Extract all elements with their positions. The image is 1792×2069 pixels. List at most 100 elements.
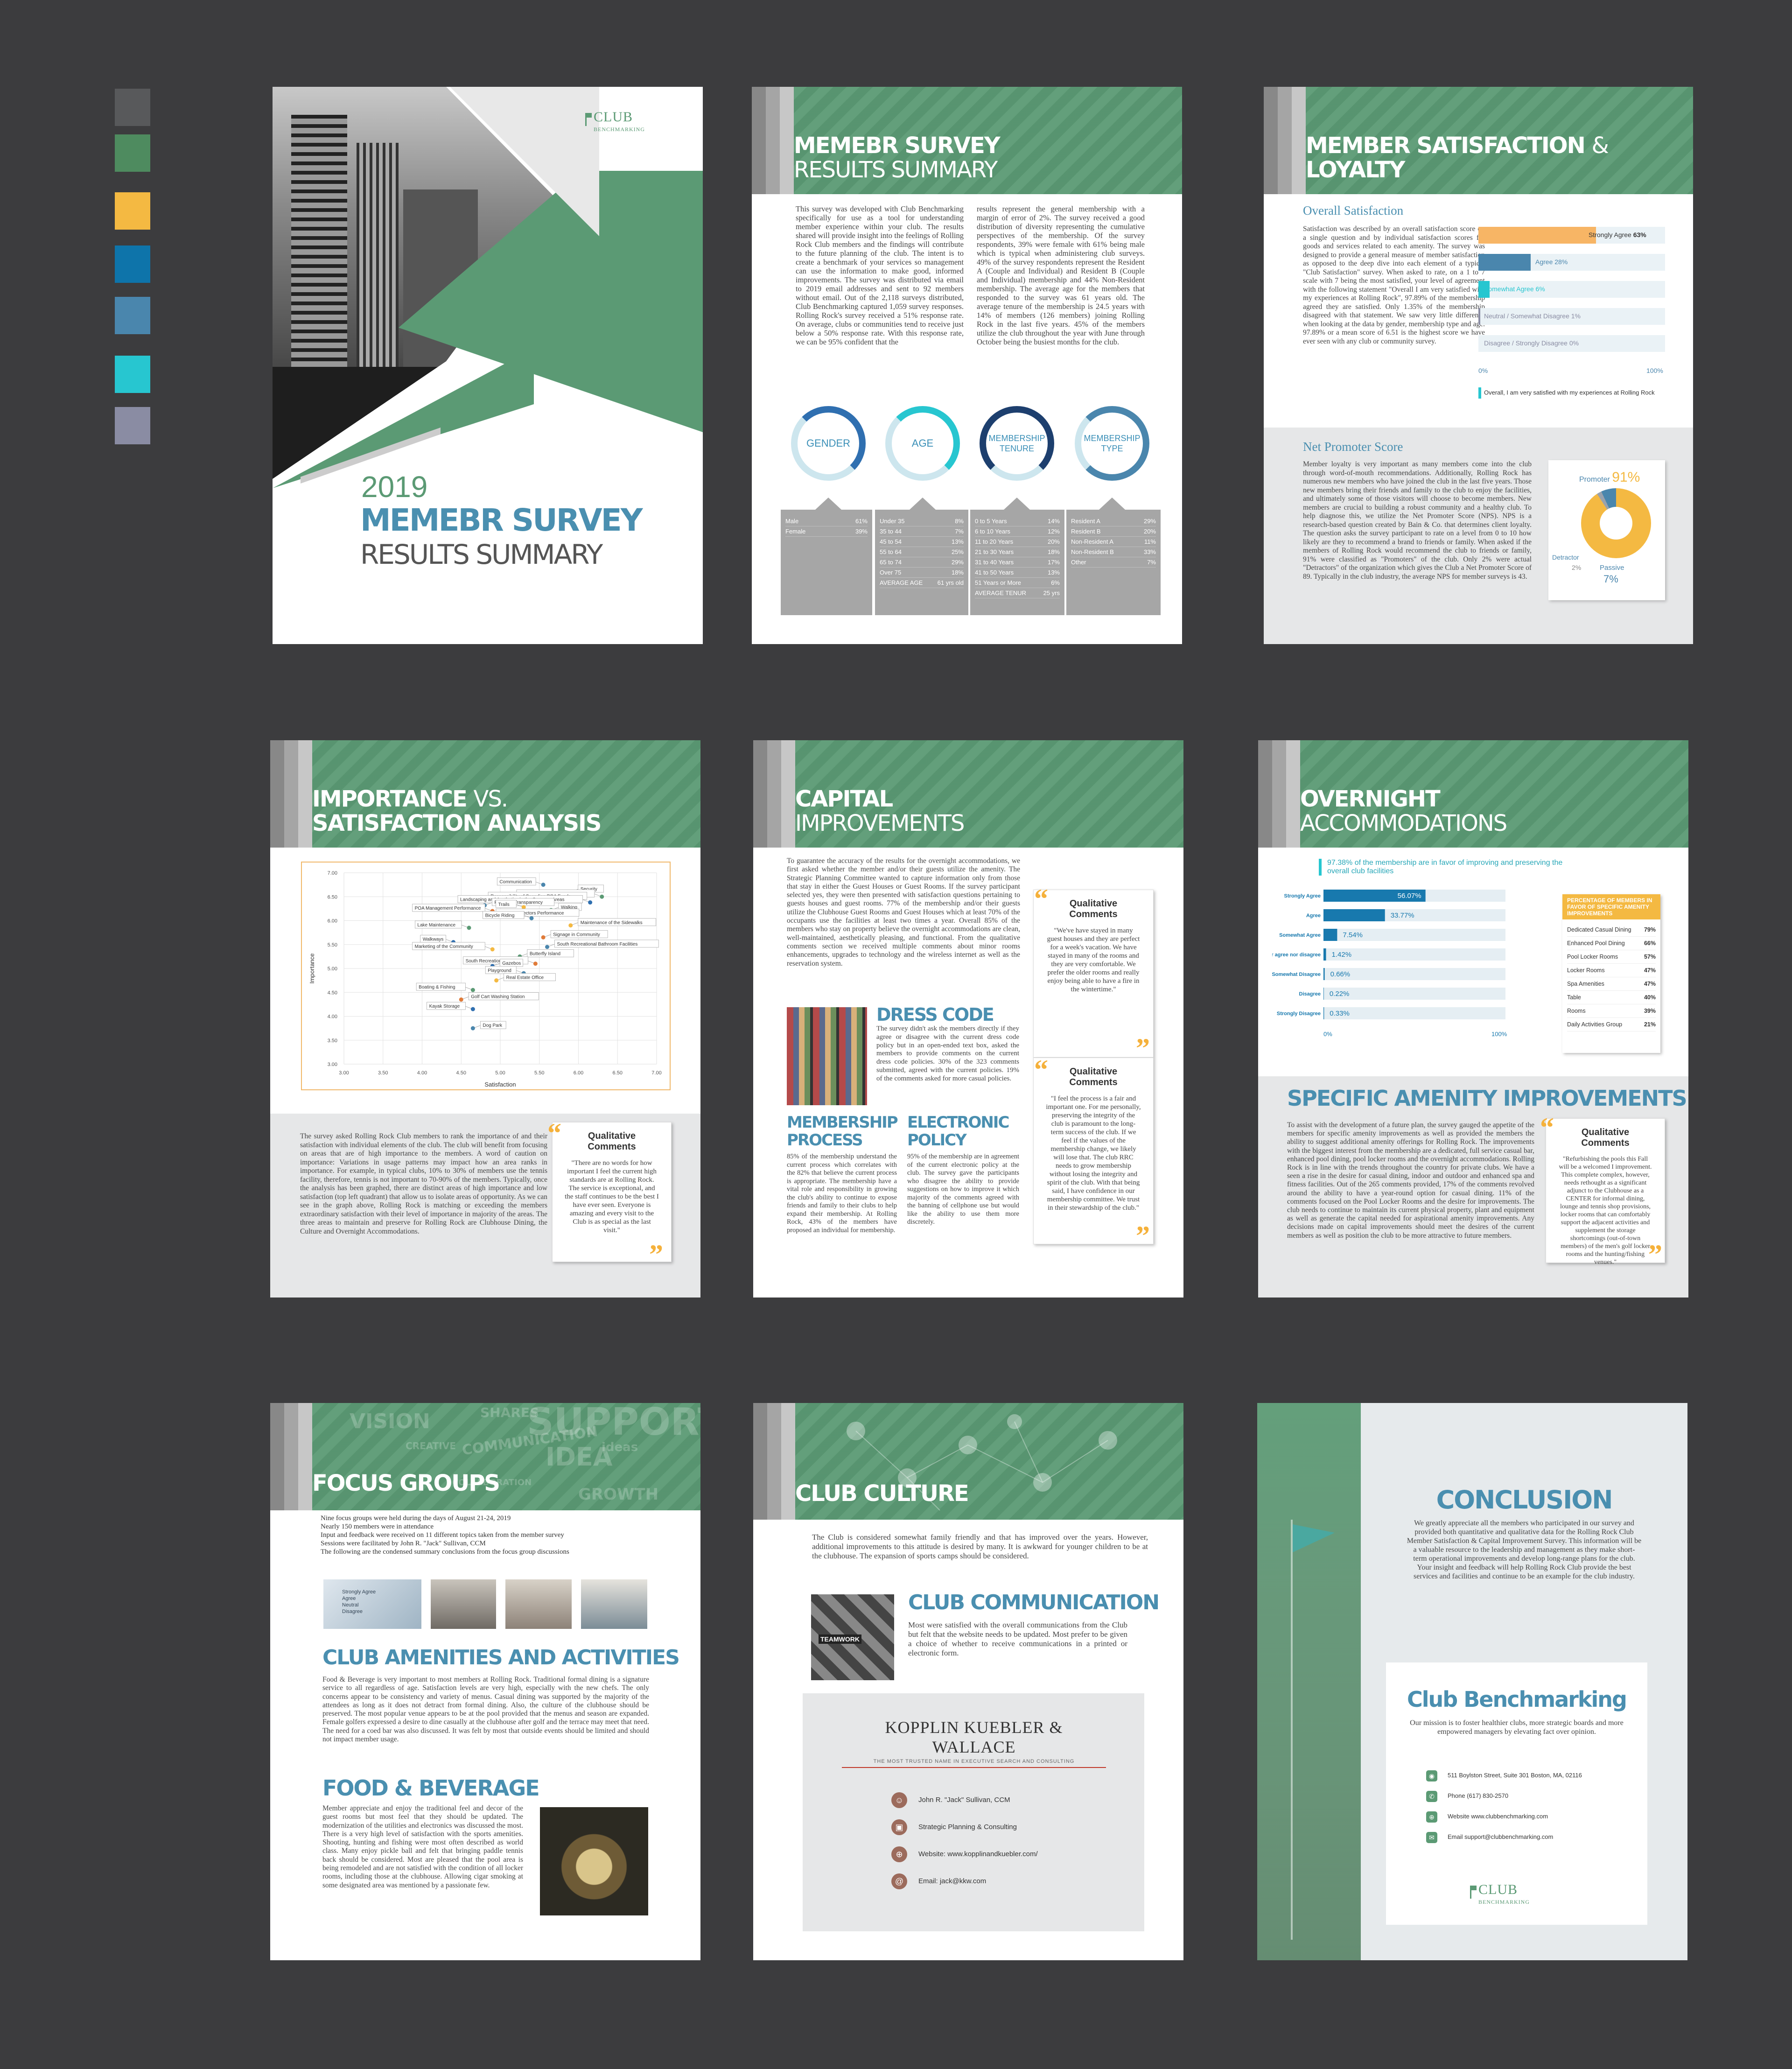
email[interactable]: ✉ Email support@clubbenchmarking.com [1426, 1827, 1582, 1847]
scatter-point [588, 900, 593, 905]
scatter-point [470, 988, 475, 992]
swatch-teal [115, 356, 150, 393]
amenity-improvements-text: To assist with the development of a futu… [1287, 1121, 1534, 1240]
point-label: Signage in Community [553, 932, 600, 937]
age-table: Under 35 8% 35 to 44 7% 45 to 54 13% 55 to … [875, 510, 968, 615]
globe-icon: ⊕ [891, 1846, 907, 1863]
bar-agree: Agree 28% [1478, 254, 1665, 271]
x-tick-label: 100% [1491, 1031, 1507, 1038]
address: ◉ 511 Boylston Street, Suite 301 Boston, … [1426, 1765, 1582, 1786]
teamwork-photo: TEAMWORK [811, 1594, 894, 1680]
person-icon: ☺ [891, 1792, 907, 1809]
scatter-point [470, 1026, 475, 1031]
conclusion-heading: CONCLUSION [1436, 1485, 1613, 1515]
survey-form-photo: Strongly Agree Agree Neutral Disagree [323, 1579, 421, 1629]
bar-category-label: Disagree [1299, 991, 1321, 997]
y-tick-label: 7.00 [328, 870, 337, 876]
page-overnight: OVERNIGHT ACCOMMODATIONS 97.38% of the me… [1258, 740, 1688, 1298]
bar-value-label: 33.77% [1391, 912, 1414, 919]
page-title: CLUB CULTURE [795, 1480, 969, 1507]
bar-value-label: 0.22% [1330, 990, 1350, 998]
bar-track [1323, 1007, 1505, 1019]
nps-card: Promoter 91% Detractor 2% Passive 7% [1548, 460, 1665, 600]
globe-icon: ⊕ [1426, 1811, 1437, 1823]
scatter-point [600, 894, 604, 899]
scatter-point [541, 883, 546, 887]
scatter-plot: 3.00 3.50 4.00 4.50 5.00 5.50 6.00 6.50 7.00 3.00… [308, 870, 662, 1088]
amenities-heading: CLUB AMENITIES AND ACTIVITIES [322, 1646, 680, 1669]
dress-code-text: The survey didn't ask the members direct… [876, 1025, 1019, 1082]
club-benchmarking-logo: CLUB BENCHMARKING [1470, 1882, 1530, 1906]
contact-website[interactable]: ⊕ Website: www.kopplinandkuebler.com/ [891, 1841, 1038, 1868]
amenity-row: Spa Amenities 47% [1567, 977, 1656, 991]
website[interactable]: ⊕ Website www.clubbenchmarking.com [1426, 1806, 1582, 1827]
bar-value-label: 56.07% [1398, 892, 1421, 900]
bar-category-label: Somewhat Disagree [1272, 972, 1321, 977]
phone[interactable]: ✆ Phone (617) 830-2570 [1426, 1786, 1582, 1806]
bar-category-label: Strongly Agree [1284, 893, 1321, 899]
food-beverage-heading: FOOD & BEVERAGE [322, 1775, 540, 1801]
scatter-point [541, 935, 546, 940]
x-tick-label: 5.50 [534, 1070, 544, 1076]
point-label: Kayak Storage [429, 1004, 460, 1009]
y-tick-label: 4.50 [328, 990, 337, 996]
bar-category-label: Somewhat Agree [1279, 933, 1321, 938]
page-cover: CLUB BENCHMARKING 2019 MEMEBR SURVEY RES… [273, 87, 703, 644]
point-label: Dog Park [483, 1023, 503, 1028]
clothing-rack-photo [787, 1007, 867, 1105]
y-tick-label: 3.00 [328, 1062, 337, 1067]
gender-table: Male 61% Female 39% [781, 510, 872, 615]
point-label: Bicycle Riding [485, 913, 515, 918]
amenity-row: Locker Rooms 47% [1567, 964, 1656, 977]
briefcase-icon: ▣ [891, 1819, 907, 1836]
point-label: Boating & Fishing [419, 985, 455, 990]
swatch-yellow [115, 192, 150, 230]
page-title: FOCUS GROUPS [312, 1470, 500, 1496]
x-tick-label: 5.00 [495, 1070, 505, 1076]
qualitative-comment-box-2: Qualitative Comments "I feel the process … [1033, 1058, 1154, 1244]
drink-photo [540, 1807, 648, 1915]
y-tick-label: 5.50 [328, 942, 337, 948]
bar-track [1323, 988, 1505, 1000]
bar-track [1323, 968, 1505, 980]
x-tick-label: 6.50 [613, 1070, 623, 1076]
bar-somewhat-agree: Somewhat Agree 6% [1478, 281, 1665, 298]
amenity-row: Pool Locker Rooms 57% [1567, 950, 1656, 964]
x-tick-label: 6.00 [574, 1070, 583, 1076]
swatch-steel [115, 297, 150, 334]
point-label: POA Management Performance [415, 906, 481, 911]
bar [1323, 1007, 1324, 1019]
bar [1323, 929, 1337, 941]
bar-value-label: 0.33% [1330, 1010, 1350, 1017]
type-table: Resident A 29% Resident B 20% Non-Resident… [1066, 510, 1161, 615]
scatter-point [545, 945, 549, 949]
bar [1323, 968, 1325, 980]
page-title: OVERNIGHT ACCOMMODATIONS [1300, 786, 1507, 836]
contact-email[interactable]: @ Email: jack@kkw.com [891, 1868, 1038, 1895]
x-tick-label: 4.50 [456, 1070, 466, 1076]
x-tick-label: 7.00 [651, 1070, 661, 1076]
scatter-point [467, 926, 471, 930]
y-tick-label: 4.00 [328, 1014, 337, 1020]
point-label: Gazebos [502, 961, 521, 966]
nps-heading: Net Promoter Score [1303, 440, 1403, 454]
scatter-point [568, 923, 573, 928]
membership-process-heading: MEMBERSHIP PROCESS [787, 1113, 898, 1150]
bar-value-label: 0.66% [1330, 970, 1351, 978]
type-ring: MEMBERSHIP TYPE [1075, 406, 1149, 481]
facilities-note: 97.38% of the membership are in favor of… [1319, 859, 1580, 876]
x-axis-label: Satisfaction [484, 1081, 516, 1088]
kkw-card: KOPPLIN KUEBLER & WALLACE THE MOST TRUST… [803, 1693, 1144, 1931]
membership-process-text: 85% of the membership understand the cur… [787, 1153, 897, 1234]
page-title: CAPITAL IMPROVEMENTS [795, 786, 965, 836]
amenity-row: Daily Activities Group 21% [1567, 1018, 1656, 1031]
bar-strongly-agree: Strongly Agree 63% [1478, 227, 1665, 244]
culture-text: The Club is considered somewhat family f… [812, 1533, 1148, 1560]
point-label: Real Estate Office [506, 975, 544, 981]
bar-neutral: Neutral / Somewhat Disagree 1% [1478, 308, 1665, 325]
amenity-improvements-heading: SPECIFIC AMENITY IMPROVEMENTS [1287, 1086, 1687, 1111]
point-label: South Recreational Bathroom Facilities [557, 942, 638, 947]
bar-value-label: 7.54% [1343, 931, 1363, 939]
scatter-point [529, 916, 534, 920]
scatter-point [533, 961, 538, 966]
